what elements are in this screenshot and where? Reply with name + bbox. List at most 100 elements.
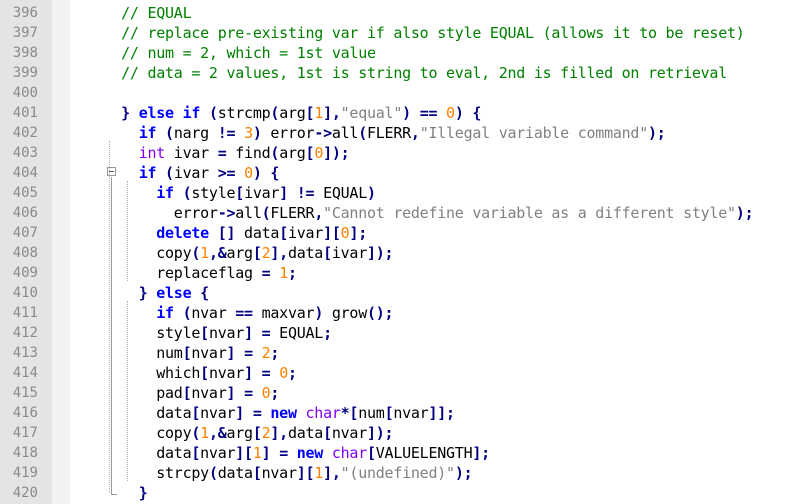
code-text: delete [] data[ivar][0];	[86, 223, 367, 243]
code-token: find	[226, 144, 271, 162]
line-number: 412	[12, 325, 38, 341]
code-editor[interactable]: 396 // EQUAL 397 // replace pre-existing …	[0, 0, 810, 504]
code-line[interactable]: 396 // EQUAL	[0, 3, 810, 23]
code-token: arg	[226, 244, 254, 262]
code-text: strcpy(data[nvar][1],"(undefined)");	[86, 463, 472, 483]
code-text: error->all(FLERR,"Cannot redefine variab…	[86, 203, 754, 223]
code-token: ]);	[367, 244, 394, 262]
code-line[interactable]: 403 int ivar = find(arg[0]);	[0, 143, 810, 163]
code-line[interactable]: 404 if (ivar >= 0) {	[0, 163, 810, 183]
code-token: 1	[279, 264, 288, 282]
line-number: 402	[12, 125, 38, 141]
code-token: nvar	[261, 464, 297, 482]
code-token: [	[305, 104, 315, 122]
code-line[interactable]: 416 data[nvar] = new char*[num[nvar]];	[0, 403, 810, 423]
code-token: if	[138, 124, 157, 142]
code-token: [	[252, 424, 262, 442]
code-text: // EQUAL	[86, 3, 192, 23]
line-number: 404	[12, 165, 38, 181]
line-number: 396	[12, 5, 38, 21]
code-token: ][	[235, 444, 253, 462]
code-token: ]);	[367, 424, 394, 442]
code-token: );	[454, 464, 473, 482]
code-text: if (nvar == maxvar) grow();	[86, 303, 393, 323]
code-token: ();	[367, 304, 394, 322]
code-token: ],	[323, 464, 341, 482]
code-line[interactable]: 407 delete [] data[ivar][0];	[0, 223, 810, 243]
code-token: [	[367, 444, 376, 462]
code-token: data	[86, 444, 192, 462]
code-line[interactable]: 412 style[nvar] = EQUAL;	[0, 323, 810, 343]
code-token: grow	[323, 304, 367, 322]
code-token: "Cannot redefine variable as a different…	[323, 204, 736, 222]
code-token: // num = 2, which = 1st value	[121, 44, 376, 62]
code-token: if	[156, 304, 174, 322]
code-line[interactable]: 398 // num = 2, which = 1st value	[0, 43, 810, 63]
code-line[interactable]: 411 if (nvar == maxvar) grow();	[0, 303, 810, 323]
code-token: =	[279, 444, 288, 462]
code-line[interactable]: 399 // data = 2 values, 1st is string to…	[0, 63, 810, 83]
code-line[interactable]: 419 strcpy(data[nvar][1],"(undefined)");	[0, 463, 810, 483]
code-token: nvar	[393, 404, 429, 422]
code-token: );	[735, 204, 754, 222]
code-token: {	[200, 284, 209, 302]
code-token: 0	[314, 144, 324, 162]
code-line[interactable]: 410 } else {	[0, 283, 810, 303]
code-line[interactable]: 413 num[nvar] = 2;	[0, 343, 810, 363]
code-token: (	[165, 124, 174, 142]
code-token: (	[191, 244, 201, 262]
code-line[interactable]: 417 copy(1,&arg[2],data[nvar]);	[0, 423, 810, 443]
code-token: FLERR	[367, 124, 411, 142]
code-text: }	[86, 483, 148, 503]
code-line[interactable]: 418 data[nvar][1] = new char[VALUELENGTH…	[0, 443, 810, 463]
code-token: );	[648, 124, 666, 142]
code-token: // data = 2 values, 1st is string to eva…	[121, 64, 727, 82]
code-line[interactable]: 400	[0, 83, 810, 103]
code-token: nvar	[208, 364, 245, 382]
code-line[interactable]: 405 if (style[ivar] != EQUAL)	[0, 183, 810, 203]
code-token: ],	[270, 424, 288, 442]
line-number: 411	[12, 305, 38, 321]
code-text: replaceflag = 1;	[86, 263, 297, 283]
code-line[interactable]: 409 replaceflag = 1;	[0, 263, 810, 283]
code-token: ,&	[208, 244, 227, 262]
line-number: 400	[12, 85, 38, 101]
code-line[interactable]: 402 if (narg != 3) error->all(FLERR,"Ill…	[0, 123, 810, 143]
code-token: ][	[296, 464, 315, 482]
code-line[interactable]: 401 } else if (strcmp(arg[1],"equal") ==…	[0, 103, 810, 123]
code-line[interactable]: 406 error->all(FLERR,"Cannot redefine va…	[0, 203, 810, 223]
code-line[interactable]: 415 pad[nvar] = 0;	[0, 383, 810, 403]
code-token: =	[244, 384, 253, 402]
code-token: style	[86, 324, 201, 342]
code-line[interactable]: 420 }	[0, 483, 810, 503]
code-token: char	[305, 404, 341, 422]
code-token: new	[296, 444, 324, 462]
line-number: 415	[12, 385, 38, 401]
code-line[interactable]: 397 // replace pre-existing var if also …	[0, 23, 810, 43]
code-line[interactable]: 408 copy(1,&arg[2],data[ivar]);	[0, 243, 810, 263]
code-token: VALUELENGTH	[375, 444, 473, 462]
code-text: data[nvar] = new char*[num[nvar]];	[86, 403, 455, 423]
code-token: "Illegal variable command"	[419, 124, 649, 142]
code-token: ;	[270, 384, 280, 402]
code-line[interactable]: 414 which[nvar] = 0;	[0, 363, 810, 383]
code-token: (	[208, 464, 218, 482]
code-text: if (narg != 3) error->all(FLERR,"Illegal…	[86, 123, 666, 143]
code-text: } else {	[86, 283, 209, 303]
line-number: 416	[12, 405, 38, 421]
